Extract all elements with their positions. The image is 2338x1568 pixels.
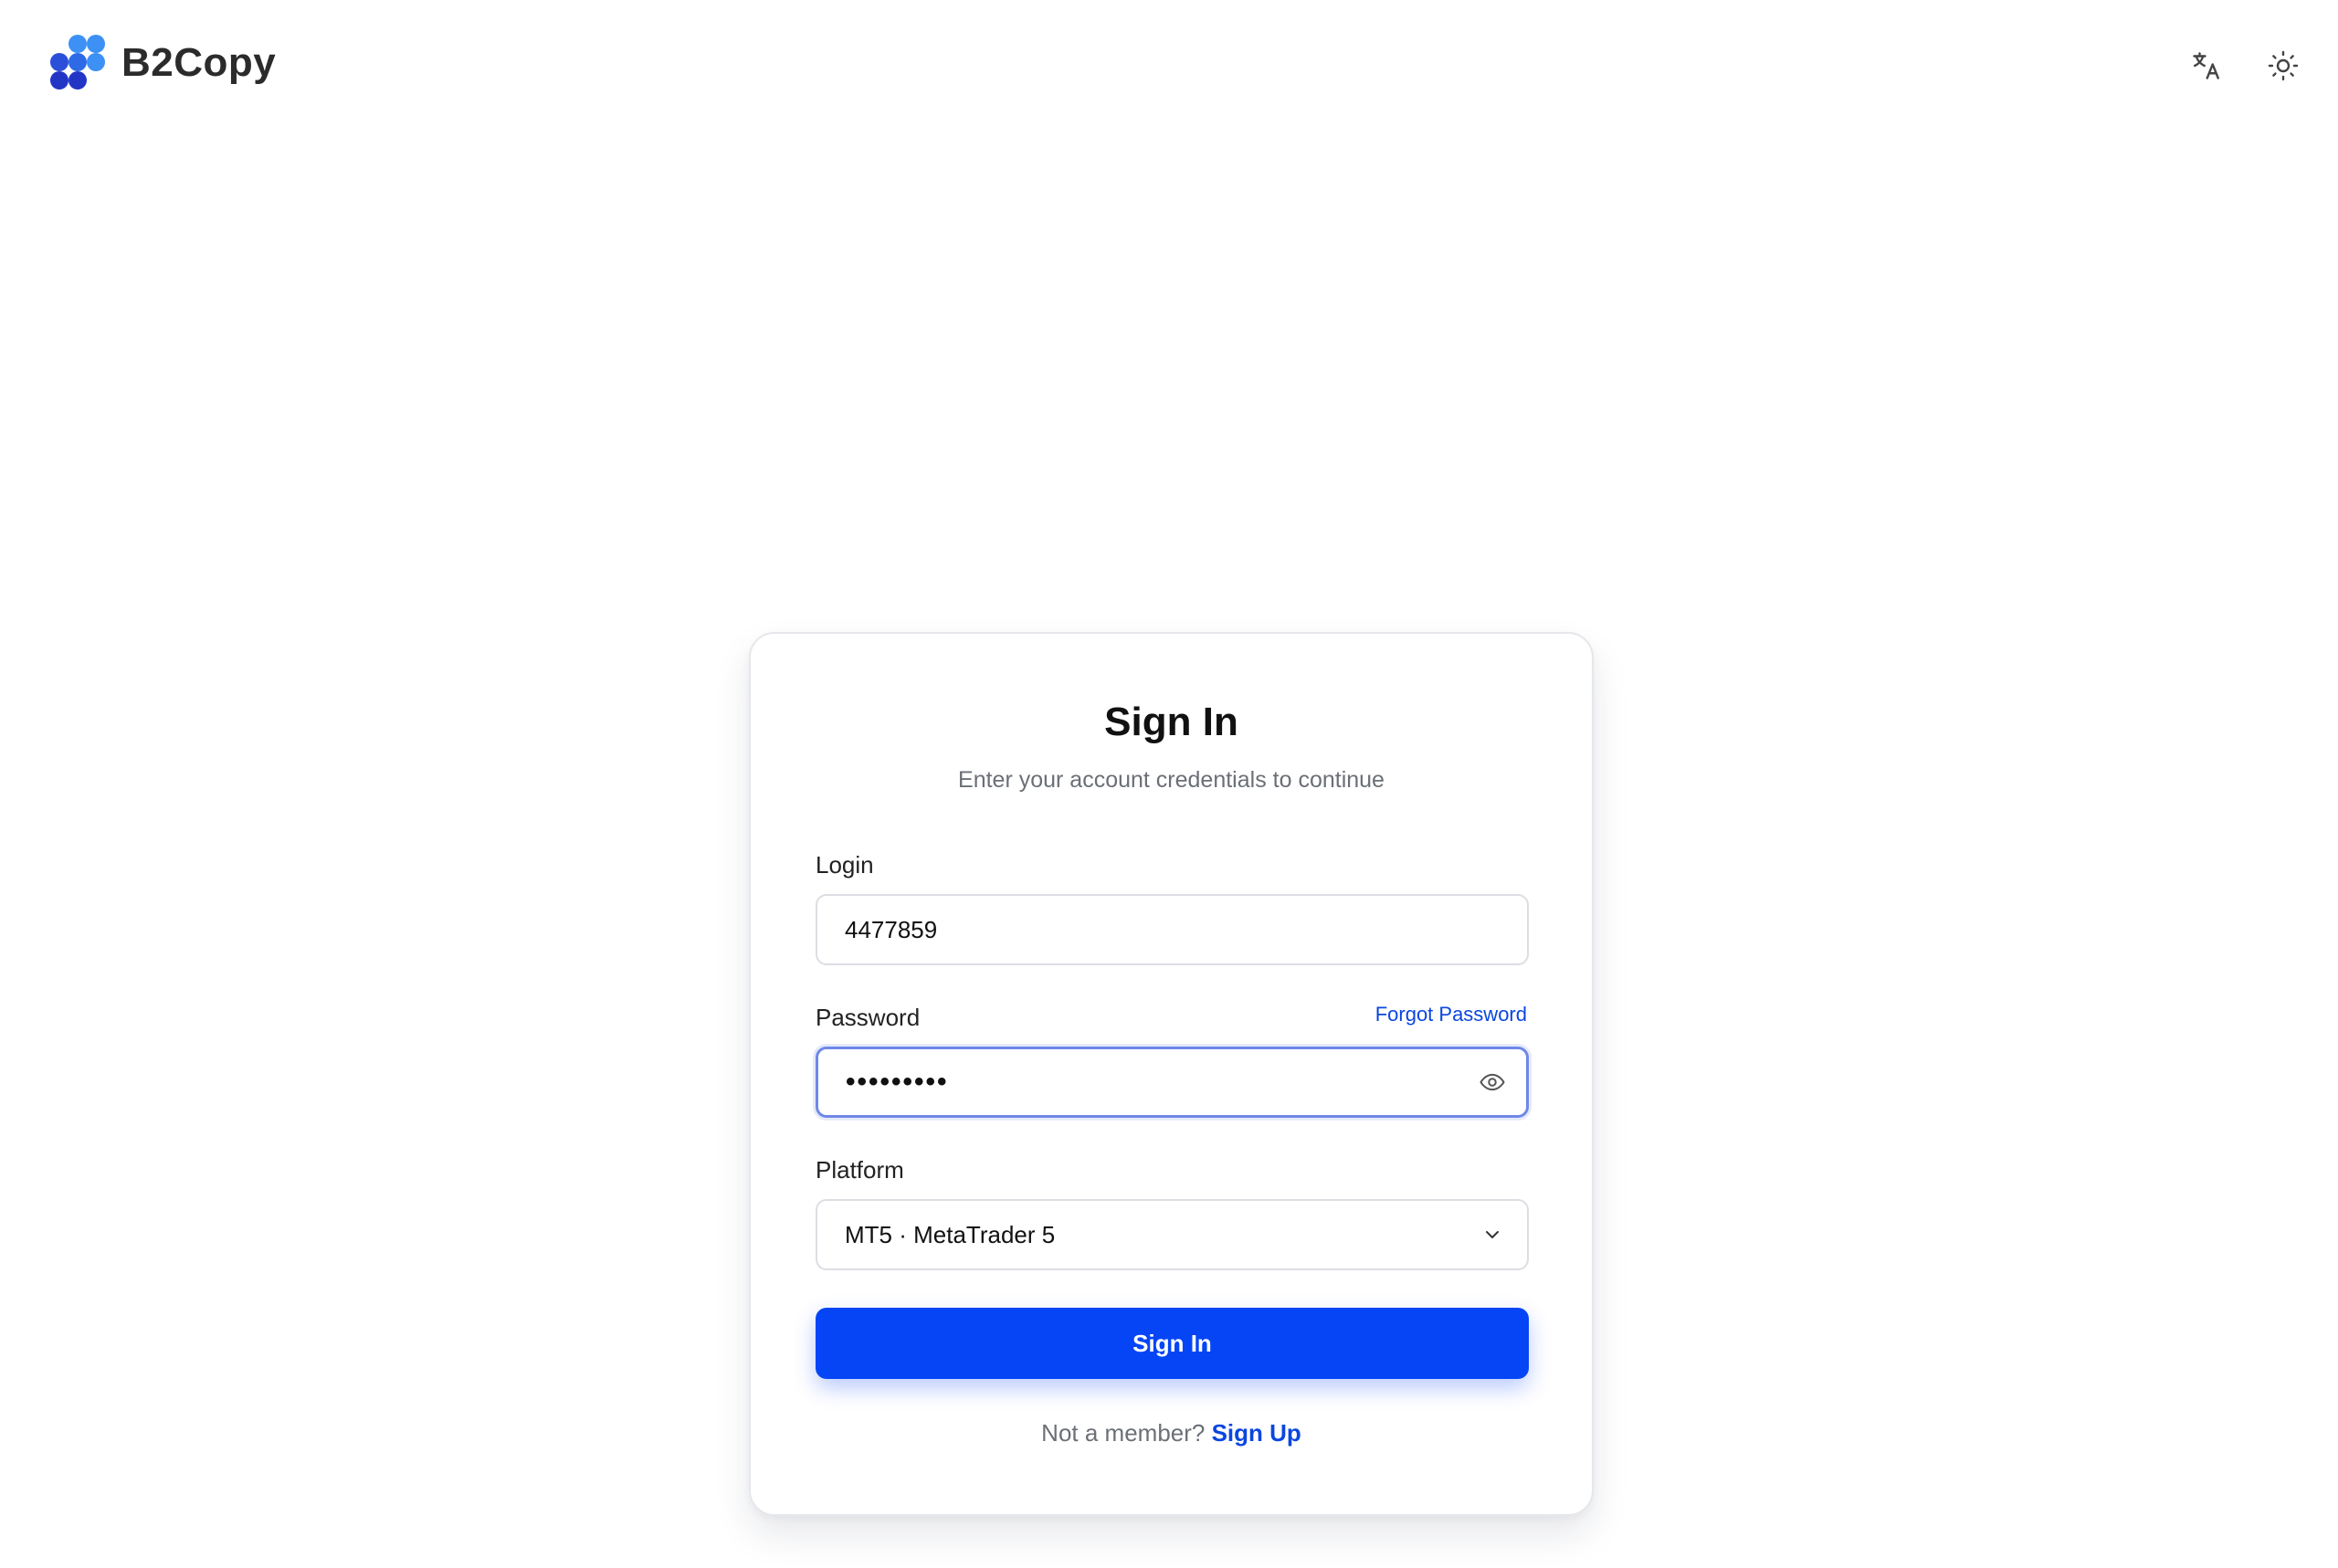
signup-prompt: Not a member? Sign Up <box>751 1419 1592 1447</box>
forgot-password-link[interactable]: Forgot Password <box>1375 1003 1527 1026</box>
page-subtitle: Enter your account credentials to contin… <box>958 767 1385 793</box>
login-label: Login <box>816 851 874 879</box>
platform-label: Platform <box>816 1156 904 1184</box>
signin-card: Sign In Enter your account credentials t… <box>749 632 1594 1516</box>
signup-prompt-text: Not a member? <box>1041 1419 1206 1447</box>
password-input[interactable]: ••••••••• <box>816 1047 1529 1118</box>
header-actions <box>2188 47 2301 84</box>
translate-button[interactable] <box>2188 47 2225 84</box>
login-input[interactable]: 4477859 <box>816 894 1529 965</box>
b2copy-logo-icon <box>50 35 105 91</box>
theme-toggle-button[interactable] <box>2265 47 2301 84</box>
platform-select[interactable]: MT5 · MetaTrader 5 <box>816 1199 1529 1270</box>
show-password-button[interactable] <box>1477 1067 1508 1098</box>
chevron-down-icon <box>1486 1231 1499 1238</box>
password-label: Password <box>816 1004 921 1031</box>
sign-up-link[interactable]: Sign Up <box>1212 1419 1301 1447</box>
brand-name: B2Copy <box>121 40 277 85</box>
password-value: ••••••••• <box>846 1067 949 1097</box>
sign-in-button[interactable]: Sign In <box>816 1308 1529 1379</box>
top-header: B2Copy <box>0 0 2338 128</box>
platform-selected-value: MT5 · MetaTrader 5 <box>845 1220 1056 1248</box>
eye-icon <box>1480 1073 1505 1091</box>
brand[interactable]: B2Copy <box>50 35 276 91</box>
sun-icon <box>2268 50 2299 81</box>
login-value: 4477859 <box>845 915 938 943</box>
page-title: Sign In <box>1104 700 1238 744</box>
translate-icon <box>2193 52 2219 79</box>
